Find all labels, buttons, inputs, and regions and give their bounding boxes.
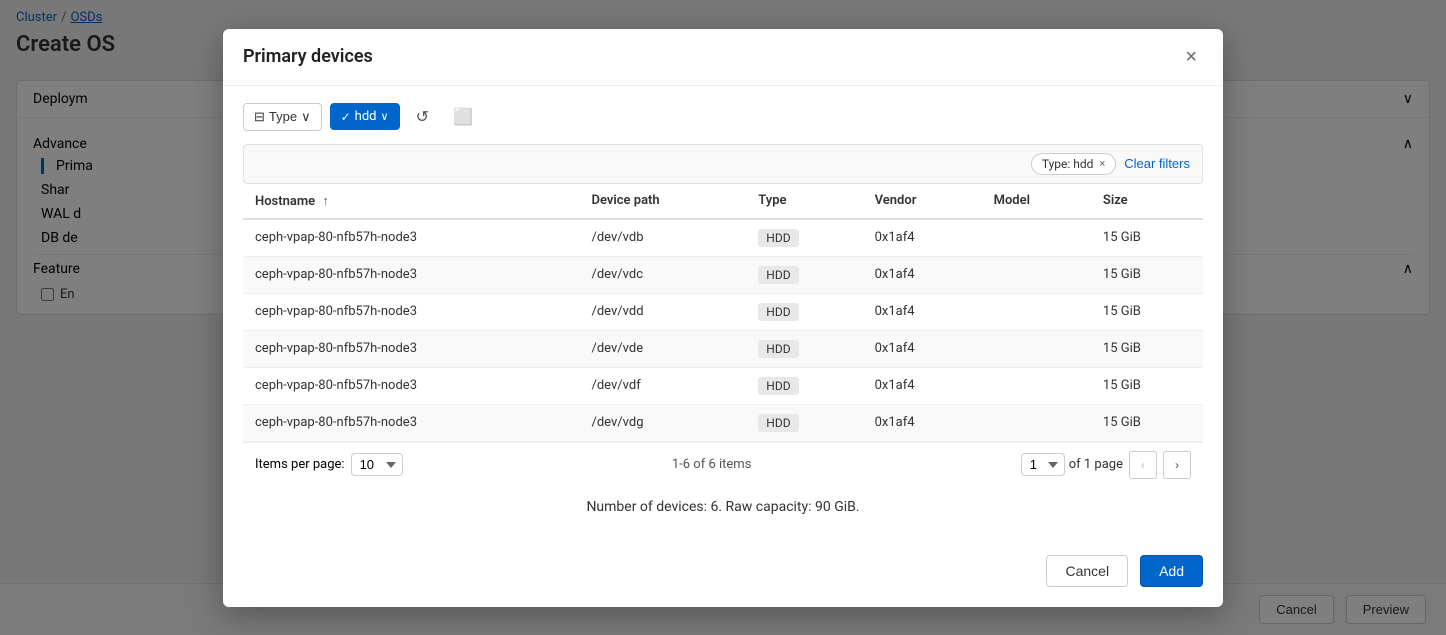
type-badge: HDD: [758, 229, 798, 247]
hostname-column-header[interactable]: Hostname ↑: [243, 184, 579, 219]
table-row[interactable]: ceph-vpap-80-nfb57h-node3/dev/vdg HDD 0x1a…: [243, 404, 1203, 441]
hdd-dropdown-chevron-down-icon: ∨: [381, 110, 389, 123]
size-cell: 15 GiB: [1091, 293, 1203, 330]
size-cell: 15 GiB: [1091, 330, 1203, 367]
modal-footer: Cancel Add: [223, 539, 1223, 607]
device-path-cell: /dev/vdg: [579, 404, 746, 441]
type-cell: HDD: [746, 367, 862, 404]
type-cell: HDD: [746, 404, 862, 441]
type-cell: HDD: [746, 293, 862, 330]
vendor-cell: 0x1af4: [863, 404, 982, 441]
hostname-cell: ceph-vpap-80-nfb57h-node3: [243, 330, 579, 367]
hostname-cell: ceph-vpap-80-nfb57h-node3: [243, 219, 579, 257]
size-cell: 15 GiB: [1091, 367, 1203, 404]
chip-close-button[interactable]: ×: [1099, 157, 1105, 170]
size-cell: 15 GiB: [1091, 219, 1203, 257]
type-badge: HDD: [758, 266, 798, 284]
per-page-select[interactable]: 10 25 50 100: [351, 453, 403, 476]
primary-devices-modal: Primary devices × ⊟ Type ∨ ✓ hdd ∨ ↺ ⬜: [223, 29, 1223, 607]
vendor-cell: 0x1af4: [863, 256, 982, 293]
model-cell: [982, 256, 1091, 293]
filter-chips-area: Type: hdd × Clear filters: [243, 144, 1203, 184]
next-page-button[interactable]: ›: [1163, 451, 1191, 479]
devices-table: Hostname ↑ Device path Type Vendor Model…: [243, 184, 1203, 442]
vendor-cell: 0x1af4: [863, 330, 982, 367]
type-badge: HDD: [758, 303, 798, 321]
hostname-cell: ceph-vpap-80-nfb57h-node3: [243, 293, 579, 330]
calendar-icon: ⬜: [453, 109, 473, 126]
vendor-cell: 0x1af4: [863, 293, 982, 330]
vendor-column-header: Vendor: [863, 184, 982, 219]
hdd-filter-value: hdd: [355, 109, 377, 124]
modal-close-button[interactable]: ×: [1179, 45, 1203, 69]
model-cell: [982, 219, 1091, 257]
table-row[interactable]: ceph-vpap-80-nfb57h-node3/dev/vdc HDD 0x1a…: [243, 256, 1203, 293]
type-filter-label: Type: [269, 109, 297, 124]
hostname-cell: ceph-vpap-80-nfb57h-node3: [243, 256, 579, 293]
items-per-page-control: Items per page: 10 25 50 100: [255, 453, 403, 476]
hostname-cell: ceph-vpap-80-nfb57h-node3: [243, 404, 579, 441]
type-badge: HDD: [758, 414, 798, 432]
next-icon: ›: [1175, 458, 1179, 472]
clear-filters-button[interactable]: Clear filters: [1124, 156, 1190, 171]
table-header: Hostname ↑ Device path Type Vendor Model…: [243, 184, 1203, 219]
size-cell: 15 GiB: [1091, 404, 1203, 441]
prev-page-button[interactable]: ‹: [1129, 451, 1157, 479]
check-icon: ✓: [341, 110, 351, 124]
modal-header: Primary devices ×: [223, 29, 1223, 86]
device-path-cell: /dev/vde: [579, 330, 746, 367]
sort-up-icon: ↑: [322, 194, 329, 209]
page-input-wrap: 1 of 1 page: [1021, 453, 1123, 476]
hostname-cell: ceph-vpap-80-nfb57h-node3: [243, 367, 579, 404]
model-cell: [982, 404, 1091, 441]
type-hdd-chip: Type: hdd ×: [1031, 153, 1116, 175]
summary-text: Number of devices: 6. Raw capacity: 90 G…: [243, 487, 1203, 519]
table-body: ceph-vpap-80-nfb57h-node3/dev/vdb HDD 0x1a…: [243, 219, 1203, 442]
size-cell: 15 GiB: [1091, 256, 1203, 293]
type-badge: HDD: [758, 340, 798, 358]
modal-body: ⊟ Type ∨ ✓ hdd ∨ ↺ ⬜ Type: hdd × Clear f…: [223, 86, 1223, 539]
device-path-cell: /dev/vdb: [579, 219, 746, 257]
device-path-cell: /dev/vdd: [579, 293, 746, 330]
page-number-select[interactable]: 1: [1021, 453, 1065, 476]
device-path-cell: /dev/vdf: [579, 367, 746, 404]
pagination-bar: Items per page: 10 25 50 100 1-6 of 6 it…: [243, 442, 1203, 487]
size-column-header: Size: [1091, 184, 1203, 219]
modal-title: Primary devices: [243, 46, 373, 67]
type-column-header: Type: [746, 184, 862, 219]
type-filter-button[interactable]: ⊟ Type ∨: [243, 103, 322, 131]
model-column-header: Model: [982, 184, 1091, 219]
chip-label: Type: hdd: [1042, 157, 1094, 171]
calendar-button[interactable]: ⬜: [445, 102, 481, 132]
modal-add-button[interactable]: Add: [1140, 555, 1203, 587]
device-path-cell: /dev/vdc: [579, 256, 746, 293]
filter-icon: ⊟: [254, 109, 265, 125]
vendor-cell: 0x1af4: [863, 219, 982, 257]
device-path-column-header: Device path: [579, 184, 746, 219]
modal-toolbar: ⊟ Type ∨ ✓ hdd ∨ ↺ ⬜: [243, 102, 1203, 132]
items-per-page-label: Items per page:: [255, 457, 345, 472]
table-row[interactable]: ceph-vpap-80-nfb57h-node3/dev/vdb HDD 0x1a…: [243, 219, 1203, 257]
table-row[interactable]: ceph-vpap-80-nfb57h-node3/dev/vdd HDD 0x1a…: [243, 293, 1203, 330]
hdd-filter-dropdown[interactable]: ✓ hdd ∨: [330, 103, 400, 130]
model-cell: [982, 330, 1091, 367]
type-cell: HDD: [746, 219, 862, 257]
table-row[interactable]: ceph-vpap-80-nfb57h-node3/dev/vdf HDD 0x1a…: [243, 367, 1203, 404]
vendor-cell: 0x1af4: [863, 367, 982, 404]
type-badge: HDD: [758, 377, 798, 395]
page-navigation: 1 of 1 page ‹ ›: [1021, 451, 1191, 479]
model-cell: [982, 293, 1091, 330]
refresh-button[interactable]: ↺: [408, 102, 437, 132]
items-range-text: 1-6 of 6 items: [403, 457, 1021, 472]
of-page-text: of 1 page: [1069, 457, 1123, 472]
type-cell: HDD: [746, 256, 862, 293]
hostname-label: Hostname: [255, 194, 315, 209]
type-cell: HDD: [746, 330, 862, 367]
modal-cancel-button[interactable]: Cancel: [1046, 555, 1128, 587]
refresh-icon: ↺: [416, 109, 429, 126]
model-cell: [982, 367, 1091, 404]
table-row[interactable]: ceph-vpap-80-nfb57h-node3/dev/vde HDD 0x1a…: [243, 330, 1203, 367]
prev-icon: ‹: [1141, 458, 1145, 472]
type-filter-chevron-down-icon: ∨: [301, 109, 311, 125]
